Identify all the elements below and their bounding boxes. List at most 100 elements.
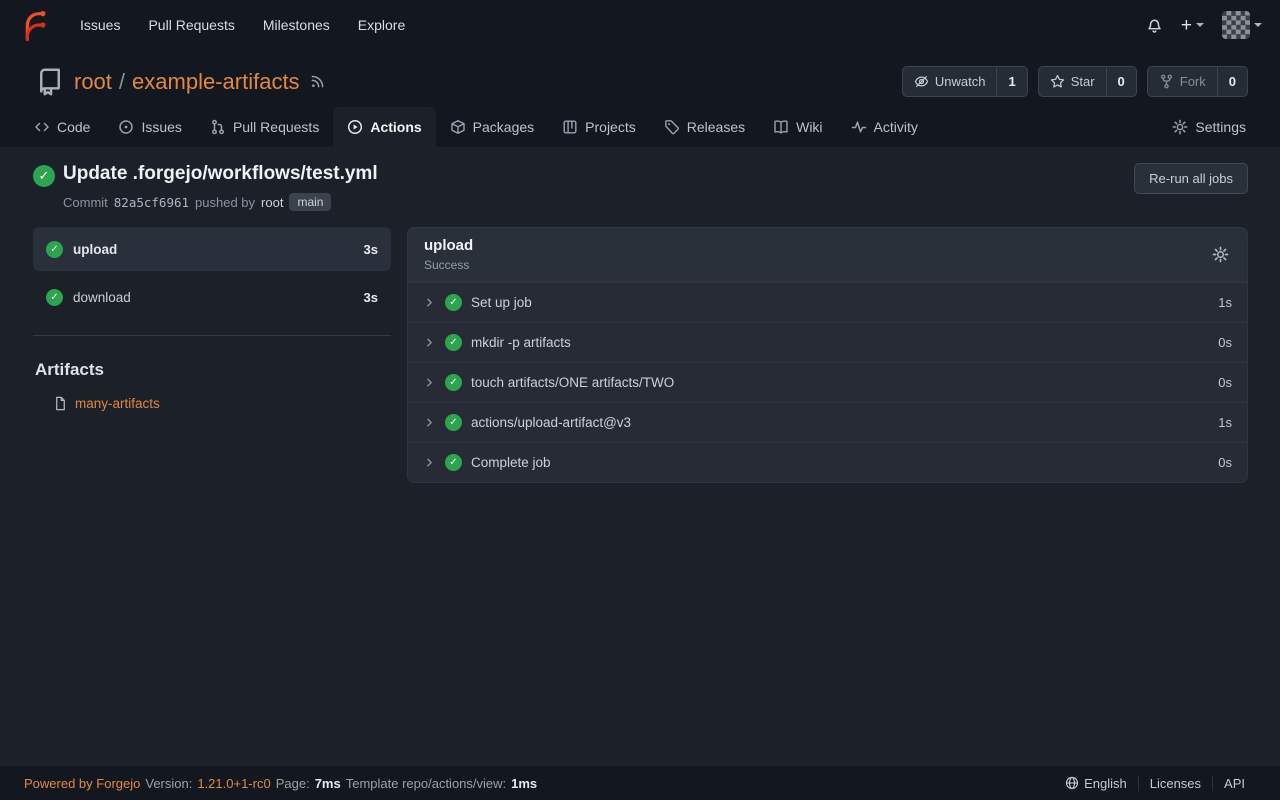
star-button[interactable]: Star 0 xyxy=(1038,66,1137,97)
tab-pull-requests[interactable]: Pull Requests xyxy=(196,107,333,147)
tab-label: Settings xyxy=(1195,119,1246,135)
template-time-label: Template repo/actions/view: xyxy=(346,776,506,791)
job-detail-title: upload xyxy=(424,237,473,254)
run-title: Update .forgejo/workflows/test.yml xyxy=(63,163,378,185)
bell-icon xyxy=(1146,17,1163,34)
step-row-set-up-job[interactable]: ✓ Set up job 1s xyxy=(408,282,1247,322)
repo-icon xyxy=(36,68,64,96)
tab-issues[interactable]: Issues xyxy=(104,107,195,147)
tab-projects[interactable]: Projects xyxy=(548,107,650,147)
commit-author-link[interactable]: root xyxy=(261,195,283,210)
step-row-mkdir[interactable]: ✓ mkdir -p artifacts 0s xyxy=(408,322,1247,362)
pulse-icon xyxy=(851,119,867,135)
repo-actions: Unwatch 1 Star 0 Fork 0 xyxy=(902,66,1248,97)
licenses-link[interactable]: Licenses xyxy=(1138,776,1212,791)
step-success-icon: ✓ xyxy=(445,414,462,431)
step-success-icon: ✓ xyxy=(445,374,462,391)
fork-button[interactable]: Fork 0 xyxy=(1147,66,1248,97)
pull-request-icon xyxy=(210,119,226,135)
star-label: Star xyxy=(1071,74,1095,89)
artifact-name: many-artifacts xyxy=(75,396,160,411)
unwatch-label: Unwatch xyxy=(935,74,986,89)
tab-settings[interactable]: Settings xyxy=(1158,107,1260,147)
step-label: Set up job xyxy=(471,295,532,310)
star-count[interactable]: 0 xyxy=(1106,67,1136,96)
job-name: upload xyxy=(73,242,117,257)
file-icon xyxy=(53,396,68,411)
api-link[interactable]: API xyxy=(1212,776,1256,791)
run-success-icon: ✓ xyxy=(33,165,55,187)
template-time-value: 1ms xyxy=(511,776,537,791)
commit-line: Commit 82a5cf6961 pushed by root main xyxy=(63,193,378,211)
top-navbar: Issues Pull Requests Milestones Explore … xyxy=(0,0,1280,50)
step-row-touch[interactable]: ✓ touch artifacts/ONE artifacts/TWO 0s xyxy=(408,362,1247,402)
watch-count[interactable]: 1 xyxy=(996,67,1026,96)
artifacts-title: Artifacts xyxy=(33,360,391,380)
user-menu-button[interactable] xyxy=(1222,11,1262,39)
language-picker[interactable]: English xyxy=(1054,776,1138,791)
globe-icon xyxy=(1065,776,1079,790)
fork-count[interactable]: 0 xyxy=(1217,67,1247,96)
job-name: download xyxy=(73,290,131,305)
gear-icon xyxy=(1172,119,1188,135)
notifications-button[interactable] xyxy=(1146,17,1163,34)
step-duration: 1s xyxy=(1218,415,1232,430)
footer-links: English Licenses API xyxy=(1054,776,1256,791)
step-row-upload-artifact[interactable]: ✓ actions/upload-artifact@v3 1s xyxy=(408,402,1247,442)
nav-issues[interactable]: Issues xyxy=(68,9,132,41)
chevron-down-icon xyxy=(1254,23,1262,27)
tab-label: Code xyxy=(57,119,90,135)
project-icon xyxy=(562,119,578,135)
branch-badge[interactable]: main xyxy=(289,193,331,211)
version-link[interactable]: 1.21.0+1-rc0 xyxy=(197,776,270,791)
tab-code[interactable]: Code xyxy=(20,107,104,147)
package-icon xyxy=(450,119,466,135)
step-success-icon: ✓ xyxy=(445,294,462,311)
job-sidebar: ✓ upload 3s ✓ download 3s Artifacts many… xyxy=(33,227,391,411)
unwatch-button[interactable]: Unwatch 1 xyxy=(902,66,1028,97)
tab-packages[interactable]: Packages xyxy=(436,107,548,147)
plus-icon: + xyxy=(1181,16,1192,35)
nav-milestones[interactable]: Milestones xyxy=(251,9,342,41)
footer-info: Powered by Forgejo Version: 1.21.0+1-rc0… xyxy=(24,776,537,791)
forgejo-logo[interactable] xyxy=(18,9,50,41)
rss-icon[interactable] xyxy=(310,74,325,89)
tab-label: Packages xyxy=(473,119,534,135)
language-label: English xyxy=(1084,776,1127,791)
step-row-complete-job[interactable]: ✓ Complete job 0s xyxy=(408,442,1247,482)
nav-explore[interactable]: Explore xyxy=(346,9,417,41)
step-label: Complete job xyxy=(471,455,551,470)
page-time-value: 7ms xyxy=(315,776,341,791)
tab-wiki[interactable]: Wiki xyxy=(759,107,836,147)
chevron-down-icon xyxy=(1196,23,1204,27)
play-circle-icon xyxy=(347,119,363,135)
job-row-upload[interactable]: ✓ upload 3s xyxy=(33,227,391,271)
step-label: touch artifacts/ONE artifacts/TWO xyxy=(471,375,674,390)
commit-label: Commit xyxy=(63,195,108,210)
code-icon xyxy=(34,119,50,135)
repo-separator: / xyxy=(119,69,125,95)
tab-releases[interactable]: Releases xyxy=(650,107,759,147)
nav-pull-requests[interactable]: Pull Requests xyxy=(136,9,246,41)
powered-by-link[interactable]: Powered by Forgejo xyxy=(24,776,140,791)
create-menu-button[interactable]: + xyxy=(1181,16,1204,35)
step-duration: 0s xyxy=(1218,335,1232,350)
step-duration: 1s xyxy=(1218,295,1232,310)
repo-name-link[interactable]: example-artifacts xyxy=(132,69,300,95)
repo-header: root / example-artifacts Unwatch 1 Star … xyxy=(0,50,1280,97)
job-duration: 3s xyxy=(364,290,378,305)
repo-owner-link[interactable]: root xyxy=(74,69,112,95)
job-row-download[interactable]: ✓ download 3s xyxy=(33,275,391,319)
chevron-right-icon xyxy=(423,296,436,309)
actions-run-view: ✓ Update .forgejo/workflows/test.yml Com… xyxy=(0,147,1280,766)
tab-label: Pull Requests xyxy=(233,119,319,135)
artifact-link-many-artifacts[interactable]: many-artifacts xyxy=(33,396,391,411)
avatar xyxy=(1222,11,1250,39)
fork-label: Fork xyxy=(1180,74,1206,89)
job-options-button[interactable] xyxy=(1210,244,1231,265)
commit-sha-link: 82a5cf6961 xyxy=(114,195,189,210)
page-time-label: Page: xyxy=(276,776,310,791)
tab-actions[interactable]: Actions xyxy=(333,107,435,147)
tab-activity[interactable]: Activity xyxy=(837,107,932,147)
rerun-all-jobs-button[interactable]: Re-run all jobs xyxy=(1134,163,1248,194)
